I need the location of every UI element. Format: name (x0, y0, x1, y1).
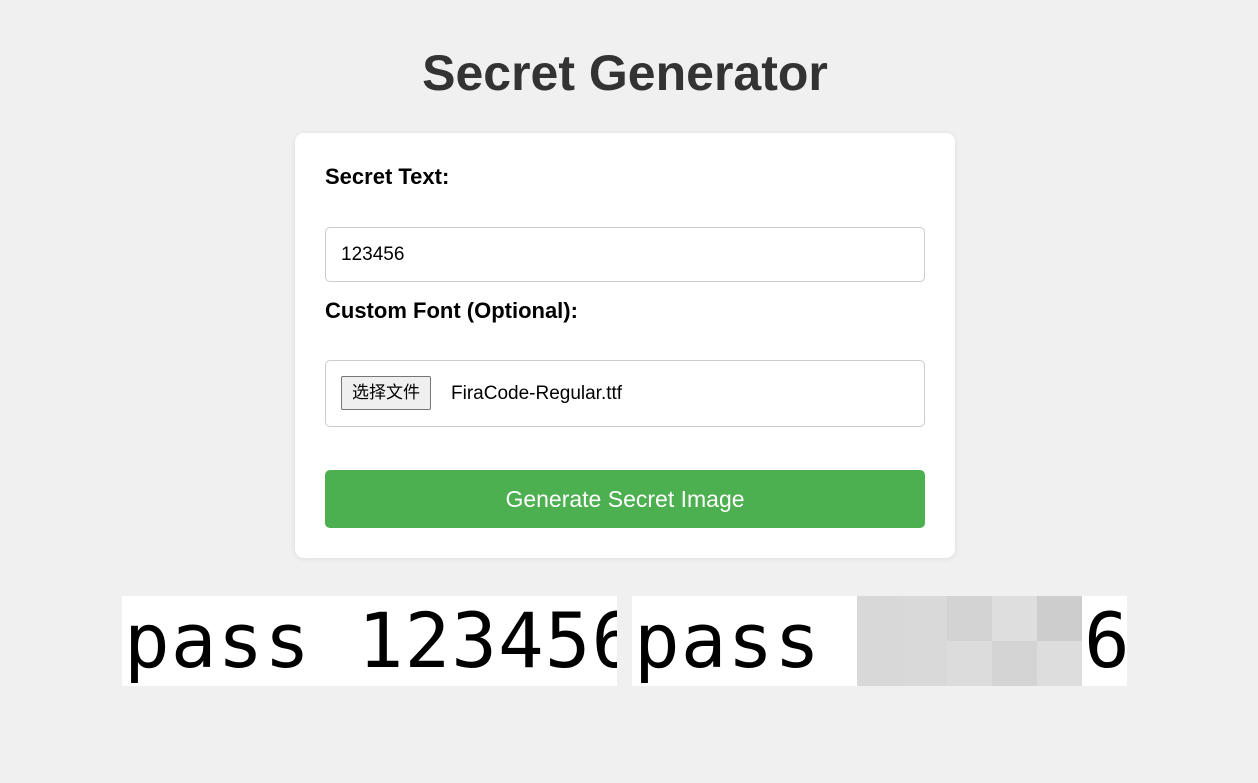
mosaic-cell (857, 596, 902, 641)
mosaic-cell (1037, 641, 1082, 686)
selected-file-name: FiraCode-Regular.ttf (451, 383, 623, 404)
generate-secret-image-button[interactable]: Generate Secret Image (325, 470, 925, 528)
mosaic-cell (902, 641, 947, 686)
original-secret-text: pass 123456 (124, 596, 617, 685)
secret-text-label: Secret Text: (325, 164, 450, 189)
custom-font-label: Custom Font (Optional): (325, 298, 578, 323)
mosaic-cell (947, 641, 992, 686)
choose-file-button[interactable]: 选择文件 (341, 376, 431, 410)
mosaic-cell (992, 641, 1037, 686)
redacted-secret-image: pass 6 (632, 596, 1127, 686)
redacted-suffix-text: 6 (1084, 596, 1127, 685)
mosaic-cell (857, 641, 902, 686)
mosaic-cell (992, 596, 1037, 641)
font-file-input[interactable]: 选择文件 FiraCode-Regular.ttf (325, 360, 925, 427)
mosaic-cell (902, 596, 947, 641)
pixelated-mosaic (857, 596, 1082, 686)
secret-text-input[interactable] (325, 227, 925, 282)
redacted-prefix-text: pass (634, 596, 822, 685)
original-secret-image: pass 123456 (122, 596, 617, 686)
mosaic-cell (1037, 596, 1082, 641)
generator-form-card: Secret Text: Custom Font (Optional): 选择文… (295, 133, 955, 558)
page-title: Secret Generator (422, 45, 828, 101)
mosaic-cell (947, 596, 992, 641)
